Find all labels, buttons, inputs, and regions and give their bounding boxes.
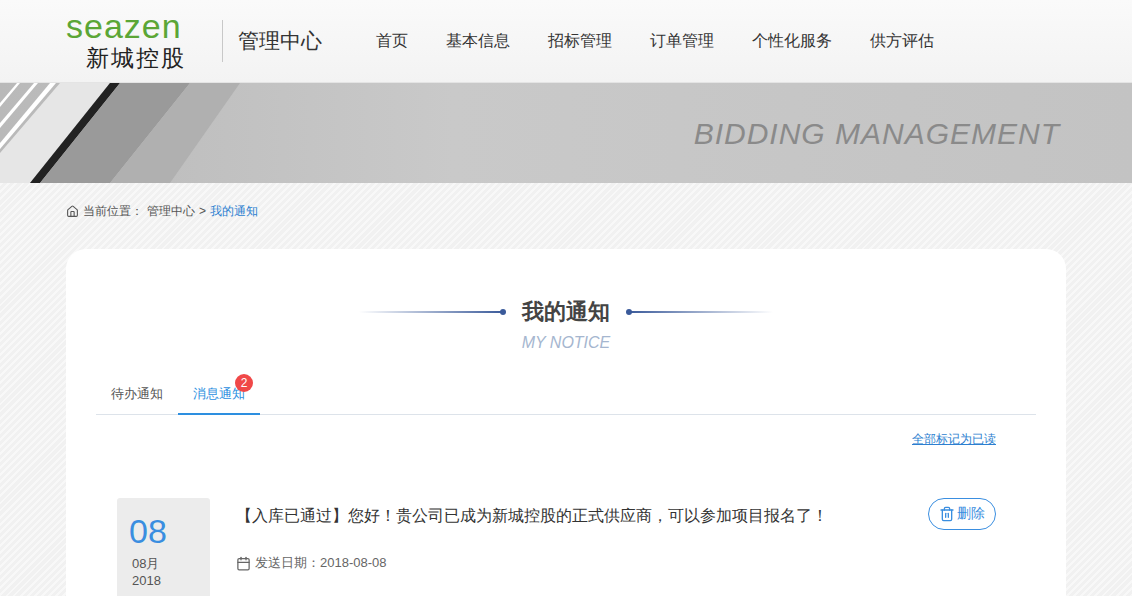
mark-all-read-link[interactable]: 全部标记为已读 [912, 431, 996, 448]
tab-badge: 2 [235, 374, 253, 392]
logo[interactable]: seazen新城控股 [66, 13, 222, 70]
logo-brand: seazen [66, 9, 182, 43]
breadcrumb-label: 当前位置： [83, 203, 143, 219]
notice-day: 08 [129, 512, 210, 550]
nav-item[interactable]: 订单管理 [650, 31, 714, 52]
header-divider [222, 20, 223, 62]
tab-bar: 待办通知消息通知2 [96, 375, 1036, 415]
nav-item[interactable]: 基本信息 [446, 31, 510, 52]
breadcrumb-item[interactable]: 我的通知 [210, 203, 258, 219]
nav-item[interactable]: 供方评估 [870, 31, 934, 52]
banner-stripes-icon [0, 83, 240, 183]
heading-line-left [359, 311, 504, 313]
page-title: 我的通知 [522, 297, 610, 327]
trash-icon [939, 506, 955, 522]
page-subtitle: MY NOTICE [96, 333, 1036, 353]
tab[interactable]: 待办通知 [96, 375, 178, 415]
banner-text: BIDDING MANAGEMENT [694, 117, 1060, 151]
banner: BIDDING MANAGEMENT [0, 83, 1132, 183]
main-nav: 首页 基本信息 招标管理 订单管理 个性化服务 供方评估 [376, 31, 934, 52]
notice-send-date: 发送日期：2018-08-08 [236, 554, 996, 572]
notice-month: 08月 [129, 556, 210, 572]
nav-item[interactable]: 招标管理 [548, 31, 612, 52]
header-title: 管理中心 [238, 27, 322, 55]
breadcrumb-separator: > [199, 203, 206, 219]
header: seazen新城控股管理中心首页基本信息招标管理订单管理个性化服务供方评估 [0, 0, 1132, 83]
page: seazen新城控股管理中心首页基本信息招标管理订单管理个性化服务供方评估BID… [0, 0, 1132, 596]
notice-item: 08 08月2018 【入库已通过】您好！贵公司已成为新城控股的正式供应商，可以参加… [96, 498, 1036, 596]
notice-year: 2018 [129, 572, 210, 590]
delete-button[interactable]: 删除 [928, 498, 996, 530]
logo-name: 新城控股 [66, 47, 186, 70]
tab[interactable]: 消息通知2 [178, 375, 260, 415]
notice-date-box: 08 08月2018 [117, 498, 210, 596]
breadcrumb: 当前位置：管理中心>我的通知 [66, 183, 1066, 249]
notice-card: 我的通知 MY NOTICE 待办通知消息通知2 全部标记为已读 08 08月2018 【入… [66, 249, 1066, 596]
notice-message: 【入库已通过】您好！贵公司已成为新城控股的正式供应商，可以参加项目报名了！ [236, 498, 828, 528]
heading-line-right [628, 311, 773, 313]
home-icon [66, 205, 79, 218]
breadcrumb-item[interactable]: 管理中心 [147, 203, 195, 219]
nav-item[interactable]: 首页 [376, 31, 408, 52]
nav-item[interactable]: 个性化服务 [752, 31, 832, 52]
calendar-icon [236, 556, 251, 571]
page-heading: 我的通知 [96, 297, 1036, 327]
